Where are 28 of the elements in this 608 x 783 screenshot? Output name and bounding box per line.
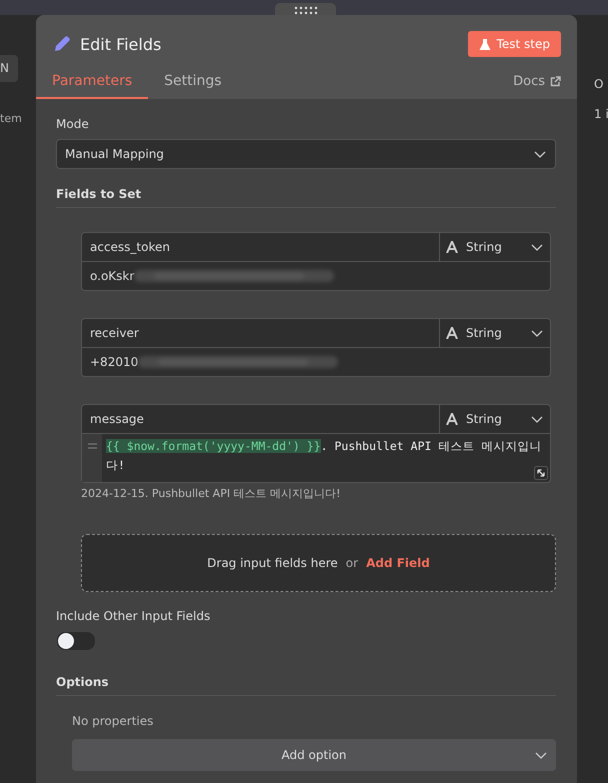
- add-field-link[interactable]: Add Field: [366, 556, 430, 570]
- panel-tab[interactable]: Settings: [148, 67, 238, 99]
- section-heading: Fields to Set: [56, 187, 556, 208]
- toggle-switch[interactable]: [56, 631, 96, 651]
- grip-icon: [294, 6, 318, 15]
- field-label: Include Other Input Fields: [56, 609, 212, 623]
- or-label: or: [346, 556, 358, 570]
- external-link-icon: [550, 76, 561, 86]
- section-heading: Options: [56, 675, 556, 696]
- docs-link[interactable]: Docs: [513, 74, 561, 92]
- field-label: Mode: [56, 117, 90, 131]
- drop-hint: Drag input fields here: [207, 556, 338, 570]
- item-label: tem: [0, 112, 22, 125]
- panel-title: Edit Fields: [80, 34, 162, 54]
- flask-icon: [478, 38, 491, 50]
- output-label: O: [594, 77, 604, 91]
- drag-handle[interactable]: [275, 3, 336, 15]
- expand-icon: [534, 466, 548, 480]
- empty-message: No properties: [72, 714, 154, 728]
- equals-icon: [88, 443, 96, 449]
- mode-dropdown[interactable]: Manual Mapping: [56, 139, 556, 169]
- pencil-icon: [52, 34, 72, 54]
- add-option-dropdown[interactable]: Add option: [72, 739, 556, 771]
- field-value-input[interactable]: o.oKskr: [81, 262, 551, 291]
- field-value-input[interactable]: +82010: [81, 348, 551, 377]
- output-label: 1 i: [594, 107, 608, 121]
- node-button[interactable]: N: [0, 55, 18, 82]
- result-preview: 2024-12-15. Pushbullet API 테스트 메시지입니다!: [81, 486, 342, 501]
